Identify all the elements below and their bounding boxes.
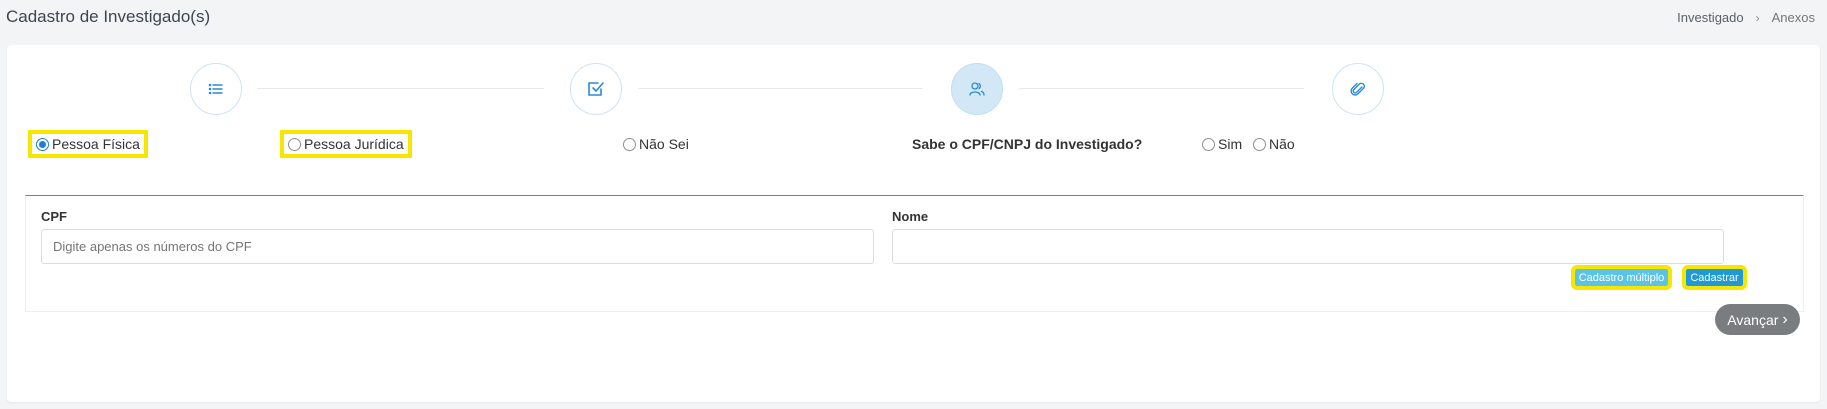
page-title: Cadastro de Investigado(s) — [6, 7, 211, 26]
list-icon — [208, 83, 223, 95]
nome-input[interactable] — [892, 229, 1724, 264]
chevron-right-icon: › — [1755, 10, 1760, 25]
breadcrumb-item-investigado[interactable]: Investigado — [1677, 10, 1744, 25]
radio-nao[interactable]: Não — [1253, 136, 1295, 152]
radio-label: Sim — [1218, 136, 1243, 152]
breadcrumb: Investigado › Anexos — [1677, 10, 1815, 25]
avancar-label: Avançar — [1727, 311, 1779, 328]
radio-nao-sei[interactable]: Não Sei — [623, 136, 689, 152]
radio-button[interactable] — [1202, 137, 1215, 151]
step-connector — [1019, 88, 1304, 89]
cadastro-multiplo-button[interactable]: Cadastro múltiplo — [1571, 265, 1672, 290]
radio-label: Não — [1269, 136, 1295, 152]
avancar-button[interactable]: Avançar › — [1715, 304, 1800, 335]
step-anexos[interactable] — [1332, 63, 1384, 115]
radio-button[interactable] — [36, 137, 49, 151]
investigado-form-panel: CPF Nome Cadastro múltiplo Cadastrar — [25, 195, 1804, 312]
step-connector — [257, 88, 544, 89]
radio-sim[interactable]: Sim — [1202, 136, 1242, 152]
users-icon — [969, 82, 985, 96]
nome-label: Nome — [892, 209, 929, 224]
radio-label: Não Sei — [639, 136, 689, 152]
cadastrar-button[interactable]: Cadastrar — [1682, 265, 1747, 290]
step-checklist[interactable] — [570, 63, 622, 115]
checkbox-icon — [588, 82, 604, 96]
radio-label: Pessoa Física — [52, 136, 140, 152]
paperclip-icon — [1350, 82, 1365, 96]
radio-button[interactable] — [1253, 137, 1266, 151]
radio-button[interactable] — [288, 137, 301, 151]
radio-pessoa-juridica[interactable]: Pessoa Jurídica — [280, 130, 412, 158]
step-investigados[interactable] — [951, 63, 1003, 115]
radio-label: Pessoa Jurídica — [304, 136, 404, 152]
chevron-right-icon: › — [1782, 310, 1788, 328]
cpf-input[interactable] — [41, 229, 874, 264]
cpf-question-label: Sabe o CPF/CNPJ do Investigado? — [912, 136, 1143, 152]
radio-pessoa-fisica[interactable]: Pessoa Física — [28, 130, 148, 158]
step-list[interactable] — [190, 63, 242, 115]
step-connector — [638, 88, 923, 89]
form-card: Pessoa Física Pessoa Jurídica Não Sei Sa… — [7, 45, 1820, 402]
cpf-label: CPF — [41, 209, 67, 224]
radio-button[interactable] — [623, 137, 636, 151]
breadcrumb-item-anexos: Anexos — [1771, 10, 1815, 25]
